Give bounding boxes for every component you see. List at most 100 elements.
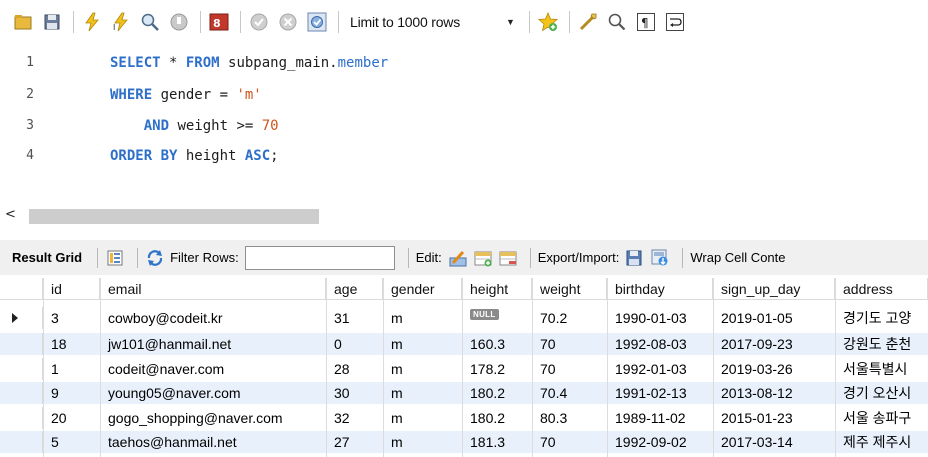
row-header[interactable]	[0, 407, 43, 429]
cell-birthday[interactable]: 1991-02-13	[607, 382, 713, 404]
table-row[interactable]: 1 codeit@naver.com 28 m 178.2 70 1992-01…	[0, 358, 928, 380]
row-header[interactable]	[0, 358, 43, 380]
cell-email[interactable]: gogo_shopping@naver.com	[100, 407, 326, 429]
cell-address[interactable]: 서울 송파구	[835, 407, 928, 429]
column-header-weight[interactable]: weight	[532, 278, 607, 300]
cell-sign-up-day[interactable]: 2019-03-26	[713, 358, 835, 380]
cell-height[interactable]: 181.3	[462, 431, 532, 453]
cell-weight[interactable]: 70	[532, 431, 607, 453]
invisible-chars-icon[interactable]: ¶	[633, 9, 659, 35]
table-row[interactable]: 9 young05@naver.com 30 m 180.2 70.4 1991…	[0, 382, 928, 404]
cell-email[interactable]: codeit@naver.com	[100, 358, 326, 380]
cell-gender[interactable]: m	[383, 333, 462, 355]
autocommit-icon[interactable]	[304, 9, 330, 35]
cell-weight[interactable]: 70.2	[532, 307, 607, 329]
cell-height[interactable]: 180.2	[462, 382, 532, 404]
cell-weight[interactable]: 70	[532, 358, 607, 380]
cell-age[interactable]: 30	[326, 382, 383, 404]
rollback-icon[interactable]	[275, 9, 301, 35]
cell-height[interactable]: 178.2	[462, 358, 532, 380]
cell-birthday[interactable]: 1990-01-03	[607, 307, 713, 329]
row-header[interactable]	[0, 333, 43, 355]
column-header-gender[interactable]: gender	[383, 278, 462, 300]
column-header-address[interactable]: address	[835, 278, 928, 300]
import-icon[interactable]	[650, 248, 670, 268]
table-row[interactable]: 20 gogo_shopping@naver.com 32 m 180.2 80…	[0, 407, 928, 429]
row-header[interactable]	[0, 431, 43, 453]
cell-address[interactable]: 경기 오산시	[835, 382, 928, 404]
cell-weight[interactable]: 70.4	[532, 382, 607, 404]
wrap-icon[interactable]	[662, 9, 688, 35]
cell-age[interactable]: 32	[326, 407, 383, 429]
save-icon[interactable]	[39, 9, 65, 35]
column-header-age[interactable]: age	[326, 278, 383, 300]
cell-gender[interactable]: m	[383, 382, 462, 404]
cell-sign-up-day[interactable]: 2015-01-23	[713, 407, 835, 429]
cell-gender[interactable]: m	[383, 407, 462, 429]
row-header[interactable]	[0, 307, 43, 329]
cell-email[interactable]: young05@naver.com	[100, 382, 326, 404]
cell-height[interactable]: NULL	[462, 307, 532, 329]
beautify-icon[interactable]	[575, 9, 601, 35]
refresh-icon[interactable]	[145, 248, 165, 268]
cell-address[interactable]: 강원도 춘천	[835, 333, 928, 355]
column-header-height[interactable]: height	[462, 278, 532, 300]
export-icon[interactable]	[625, 248, 645, 268]
delete-row-icon[interactable]	[498, 248, 518, 268]
execute-current-icon[interactable]: I	[108, 9, 134, 35]
cell-id[interactable]: 18	[43, 333, 100, 355]
cell-weight[interactable]: 80.3	[532, 407, 607, 429]
cell-sign-up-day[interactable]: 2017-09-23	[713, 333, 835, 355]
cell-age[interactable]: 27	[326, 431, 383, 453]
cell-email[interactable]: taehos@hanmail.net	[100, 431, 326, 453]
execute-icon[interactable]	[79, 9, 105, 35]
cell-address[interactable]: 제주 제주시	[835, 431, 928, 453]
scroll-left-icon[interactable]: <	[5, 207, 19, 223]
sql-editor[interactable]: 1 SELECT * FROM subpang_main.member 2 WH…	[0, 43, 928, 205]
column-header-id[interactable]: id	[43, 278, 100, 300]
cell-id[interactable]: 5	[43, 431, 100, 453]
cell-gender[interactable]: m	[383, 307, 462, 329]
cell-birthday[interactable]: 1992-08-03	[607, 333, 713, 355]
column-header-birthday[interactable]: birthday	[607, 278, 713, 300]
filter-rows-input[interactable]	[244, 245, 395, 270]
cell-height[interactable]: 180.2	[462, 407, 532, 429]
row-header[interactable]	[0, 382, 43, 404]
cell-sign-up-day[interactable]: 2017-03-14	[713, 431, 835, 453]
table-row[interactable]: 5 taehos@hanmail.net 27 m 181.3 70 1992-…	[0, 431, 928, 453]
edit-row-icon[interactable]	[448, 248, 468, 268]
cell-birthday[interactable]: 1992-01-03	[607, 358, 713, 380]
open-folder-icon[interactable]	[10, 9, 36, 35]
cell-birthday[interactable]: 1992-09-02	[607, 431, 713, 453]
cell-age[interactable]: 0	[326, 333, 383, 355]
cell-sign-up-day[interactable]: 2019-01-05	[713, 307, 835, 329]
editor-horizontal-scrollbar[interactable]: <	[0, 205, 928, 227]
cell-address[interactable]: 경기도 고양	[835, 307, 928, 329]
column-header-email[interactable]: email	[100, 278, 326, 300]
cell-email[interactable]: jw101@hanmail.net	[100, 333, 326, 355]
column-header-sign-up-day[interactable]: sign_up_day	[713, 278, 835, 300]
result-grid-tab[interactable]: Result Grid	[12, 250, 82, 265]
commit-icon[interactable]	[246, 9, 272, 35]
cell-height[interactable]: 160.3	[462, 333, 532, 355]
cell-age[interactable]: 31	[326, 307, 383, 329]
cell-id[interactable]: 1	[43, 358, 100, 380]
limit-rows-select[interactable]: Limit to 1000 rows ▼	[344, 9, 524, 35]
stop-icon[interactable]	[166, 9, 192, 35]
cell-weight[interactable]: 70	[532, 333, 607, 355]
cell-id[interactable]: 3	[43, 307, 100, 329]
explain-icon[interactable]	[137, 9, 163, 35]
add-snippet-icon[interactable]	[535, 9, 561, 35]
cell-email[interactable]: cowboy@codeit.kr	[100, 307, 326, 329]
cell-gender[interactable]: m	[383, 358, 462, 380]
cell-id[interactable]: 9	[43, 382, 100, 404]
table-row[interactable]: 3 cowboy@codeit.kr 31 m NULL 70.2 1990-0…	[0, 307, 928, 329]
cell-age[interactable]: 28	[326, 358, 383, 380]
cell-sign-up-day[interactable]: 2013-08-12	[713, 382, 835, 404]
table-row[interactable]: 18 jw101@hanmail.net 0 m 160.3 70 1992-0…	[0, 333, 928, 355]
insert-row-icon[interactable]	[473, 248, 493, 268]
cell-birthday[interactable]: 1989-11-02	[607, 407, 713, 429]
cell-gender[interactable]: m	[383, 431, 462, 453]
cell-address[interactable]: 서울특별시	[835, 358, 928, 380]
toggle-error-icon[interactable]: 8	[206, 9, 232, 35]
